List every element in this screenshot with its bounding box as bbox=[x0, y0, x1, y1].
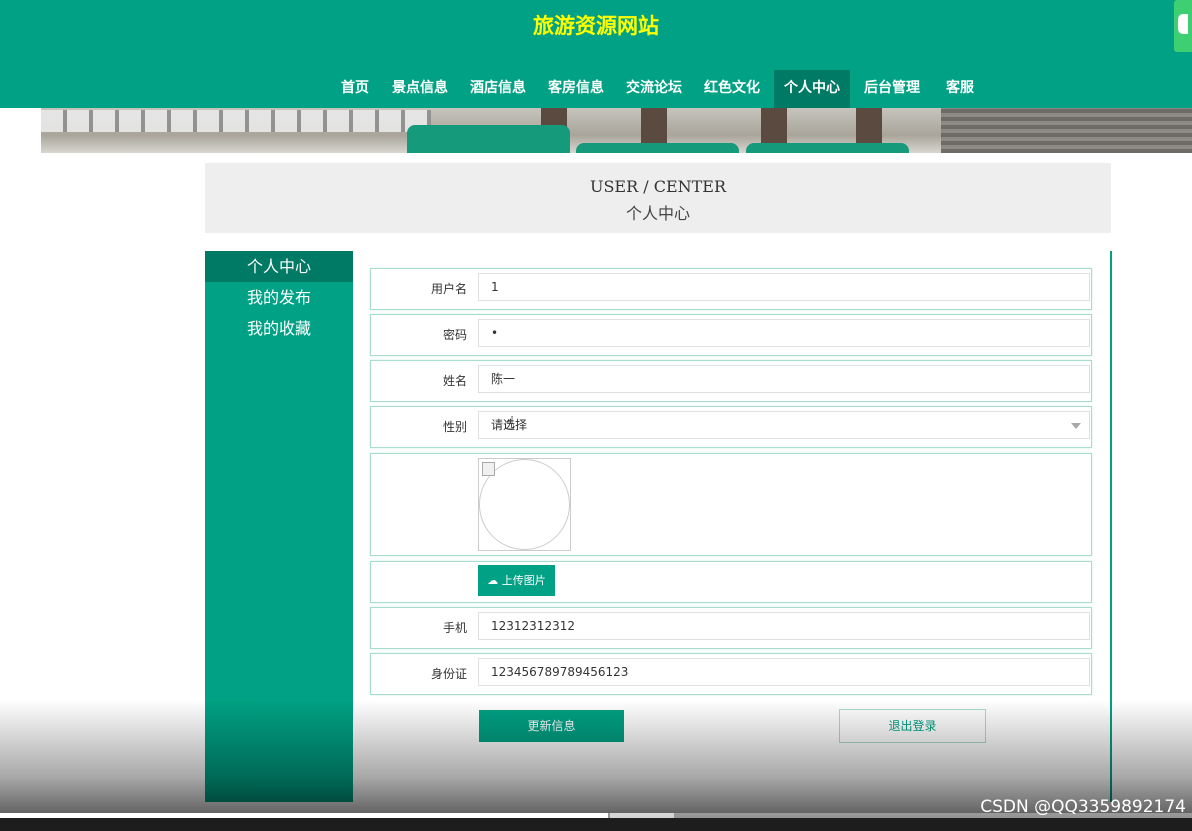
form-row-phone: 手机 12312312312 bbox=[370, 607, 1092, 649]
upload-image-button[interactable]: ☁ 上传图片 bbox=[478, 565, 555, 596]
nav-attractions[interactable]: 景点信息 bbox=[392, 70, 448, 108]
nav-hotels[interactable]: 酒店信息 bbox=[470, 70, 526, 108]
upload-button-label: 上传图片 bbox=[501, 574, 546, 587]
gender-select[interactable]: 请选择 bbox=[478, 411, 1090, 439]
main-nav: 首页 景点信息 酒店信息 客房信息 交流论坛 红色文化 个人中心 后台管理 客服 bbox=[0, 70, 1192, 108]
banner-image bbox=[41, 108, 1192, 153]
avatar-preview bbox=[478, 458, 571, 551]
page-title-en: USER / CENTER bbox=[589, 177, 727, 196]
chevron-down-icon bbox=[1071, 423, 1081, 429]
update-info-button[interactable]: 更新信息 bbox=[479, 710, 624, 742]
gender-label: 性别 bbox=[442, 420, 467, 434]
user-sidebar: 个人中心 我的发布 我的收藏 bbox=[205, 251, 353, 802]
form-row-name: 姓名 陈一 bbox=[370, 360, 1092, 402]
broken-image-icon bbox=[482, 462, 495, 476]
username-input[interactable]: 1 bbox=[478, 273, 1090, 301]
form-row-upload: ☁ 上传图片 bbox=[370, 561, 1092, 603]
username-label: 用户名 bbox=[430, 282, 467, 296]
nav-rooms[interactable]: 客房信息 bbox=[548, 70, 604, 108]
password-input[interactable]: • bbox=[478, 319, 1090, 347]
id-card-input[interactable]: 123456789789456123 bbox=[478, 658, 1090, 686]
form-row-password: 密码 • bbox=[370, 314, 1092, 356]
site-title: 旅游资源网站 bbox=[533, 14, 659, 38]
top-header: 旅游资源网站 bbox=[0, 0, 1192, 70]
id-card-label: 身份证 bbox=[430, 667, 467, 681]
sidebar-item-user-center[interactable]: 个人中心 bbox=[205, 251, 353, 282]
nav-admin[interactable]: 后台管理 bbox=[864, 70, 920, 108]
nav-customer-service[interactable]: 客服 bbox=[946, 70, 974, 108]
nav-user-center[interactable]: 个人中心 bbox=[774, 70, 850, 108]
logout-button[interactable]: 退出登录 bbox=[839, 709, 986, 743]
nav-red-culture[interactable]: 红色文化 bbox=[704, 70, 760, 108]
phone-label: 手机 bbox=[442, 621, 467, 635]
video-controls-bar bbox=[0, 818, 1192, 831]
nav-home[interactable]: 首页 bbox=[341, 70, 369, 108]
hand-cursor-icon: ☝ bbox=[504, 413, 515, 434]
form-row-id-card: 身份证 123456789789456123 bbox=[370, 653, 1092, 695]
nav-forum[interactable]: 交流论坛 bbox=[626, 70, 682, 108]
form-row-gender: 性别 请选择 ☝ bbox=[370, 406, 1092, 448]
content-border bbox=[1110, 251, 1112, 802]
chat-widget-icon[interactable] bbox=[1174, 0, 1192, 52]
phone-input[interactable]: 12312312312 bbox=[478, 612, 1090, 640]
page-title-box: USER / CENTER 个人中心 bbox=[205, 163, 1111, 233]
form-row-username: 用户名 1 bbox=[370, 268, 1092, 310]
cloud-upload-icon: ☁ bbox=[487, 574, 499, 587]
password-label: 密码 bbox=[442, 328, 467, 342]
name-label: 姓名 bbox=[442, 374, 467, 388]
page-title-cn: 个人中心 bbox=[625, 204, 690, 223]
sidebar-item-my-posts[interactable]: 我的发布 bbox=[205, 282, 353, 313]
form-row-avatar bbox=[370, 453, 1092, 556]
csdn-watermark: CSDN @QQ3359892174 bbox=[980, 797, 1186, 817]
name-input[interactable]: 陈一 bbox=[478, 365, 1090, 393]
sidebar-item-my-favorites[interactable]: 我的收藏 bbox=[205, 313, 353, 344]
